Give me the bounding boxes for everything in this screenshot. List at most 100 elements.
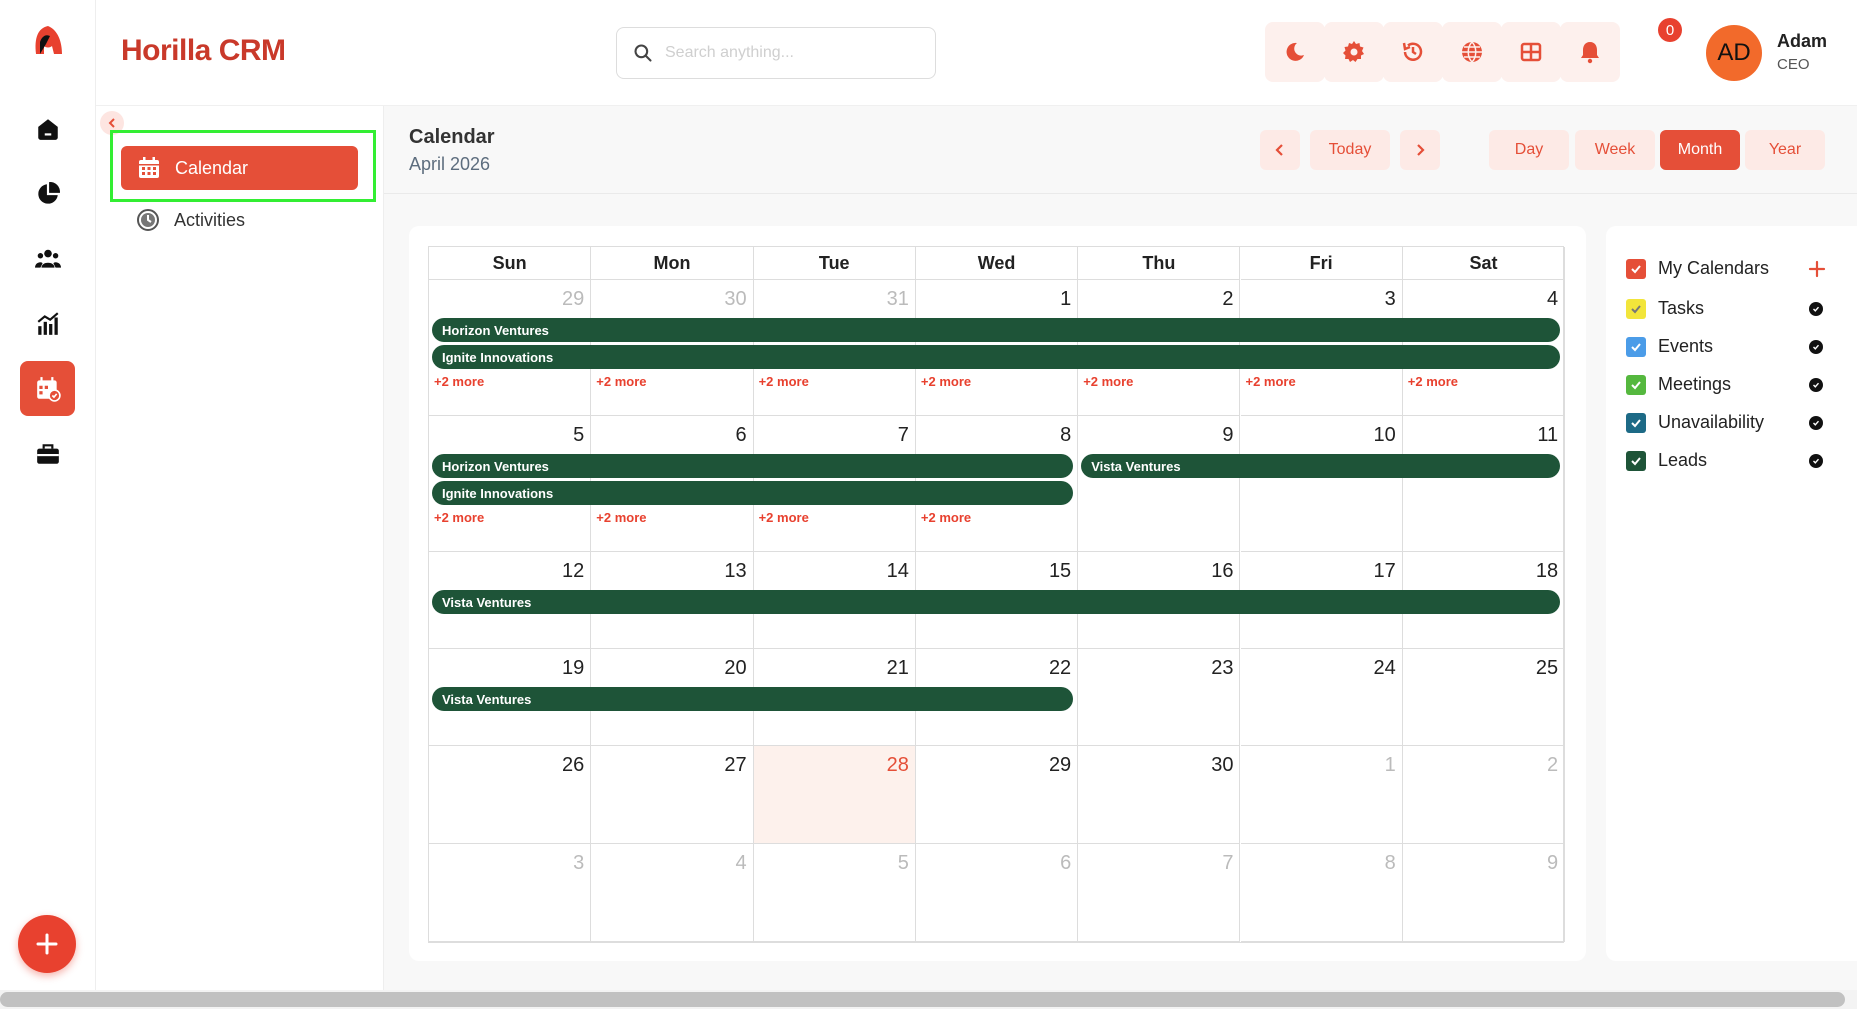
day-number[interactable]: 7: [1222, 852, 1233, 875]
day-number[interactable]: 11: [1537, 424, 1558, 447]
calendar-options-icon[interactable]: [1809, 454, 1823, 468]
checkbox-checked[interactable]: [1626, 258, 1646, 279]
day-cell[interactable]: 30: [1078, 746, 1241, 844]
day-number[interactable]: 8: [1385, 852, 1396, 875]
day-cell[interactable]: 3: [429, 844, 592, 942]
day-number[interactable]: 9: [1547, 852, 1558, 875]
more-events-link[interactable]: +2 more: [1246, 374, 1296, 389]
day-number[interactable]: 6: [1060, 852, 1071, 875]
settings-button[interactable]: [1324, 22, 1384, 82]
calendar-event[interactable]: Horizon Ventures: [432, 318, 1561, 342]
search-input[interactable]: [665, 44, 915, 62]
calendar-toggle-tasks[interactable]: Tasks: [1626, 298, 1704, 319]
next-month-button[interactable]: [1400, 130, 1440, 170]
day-cell[interactable]: 7: [1078, 844, 1241, 942]
today-button[interactable]: Today: [1310, 130, 1390, 170]
more-events-link[interactable]: +2 more: [921, 374, 971, 389]
day-number[interactable]: 9: [1222, 424, 1233, 447]
day-cell[interactable]: 8: [1240, 844, 1403, 942]
pie-chart-icon[interactable]: [20, 166, 75, 221]
user-name[interactable]: Adam: [1777, 31, 1827, 52]
day-number[interactable]: 5: [573, 424, 584, 447]
day-number[interactable]: 5: [898, 852, 909, 875]
more-events-link[interactable]: +2 more: [1408, 374, 1458, 389]
day-number[interactable]: 3: [1385, 288, 1396, 311]
day-number[interactable]: 26: [562, 754, 584, 777]
scrollbar-thumb[interactable]: [0, 992, 1845, 1007]
day-cell[interactable]: 9: [1078, 416, 1241, 552]
calendar-nav-icon[interactable]: [20, 361, 75, 416]
day-cell[interactable]: 11: [1402, 416, 1566, 552]
day-cell[interactable]: 2: [1402, 746, 1566, 844]
day-cell[interactable]: 1: [1240, 746, 1403, 844]
day-cell[interactable]: 28: [753, 746, 916, 844]
day-number[interactable]: 3: [573, 852, 584, 875]
day-cell[interactable]: 27: [591, 746, 754, 844]
view-year-button[interactable]: Year: [1745, 130, 1825, 170]
more-events-link[interactable]: +2 more: [434, 374, 484, 389]
day-number[interactable]: 27: [724, 754, 746, 777]
calendar-event[interactable]: Vista Ventures: [432, 590, 1561, 614]
checkbox-checked[interactable]: [1626, 412, 1646, 433]
day-cell[interactable]: 9: [1402, 844, 1566, 942]
prev-month-button[interactable]: [1260, 130, 1300, 170]
calendar-options-icon[interactable]: [1809, 302, 1823, 316]
day-number[interactable]: 21: [887, 657, 909, 680]
horilla-logo-icon[interactable]: [32, 24, 64, 58]
day-number[interactable]: 1: [1060, 288, 1071, 311]
calendar-event[interactable]: Ignite Innovations: [432, 345, 1561, 369]
day-number[interactable]: 4: [1547, 288, 1558, 311]
day-number[interactable]: 14: [887, 560, 909, 583]
day-cell[interactable]: 26: [429, 746, 592, 844]
day-cell[interactable]: 4: [591, 844, 754, 942]
day-number[interactable]: 29: [562, 288, 584, 311]
language-button[interactable]: [1442, 22, 1502, 82]
day-number[interactable]: 24: [1374, 657, 1396, 680]
calendar-options-icon[interactable]: [1809, 416, 1823, 430]
day-cell[interactable]: 29: [915, 746, 1079, 844]
view-month-button[interactable]: Month: [1660, 130, 1740, 170]
day-number[interactable]: 28: [887, 754, 909, 777]
bar-chart-icon[interactable]: [20, 296, 75, 351]
calendar-options-icon[interactable]: [1809, 340, 1823, 354]
day-number[interactable]: 8: [1060, 424, 1071, 447]
calendar-toggle-unavailability[interactable]: Unavailability: [1626, 412, 1764, 433]
checkbox-checked[interactable]: [1626, 450, 1646, 471]
calendar-toggle-events[interactable]: Events: [1626, 336, 1713, 357]
day-cell[interactable]: 5: [753, 844, 916, 942]
calendar-toggle-meetings[interactable]: Meetings: [1626, 374, 1731, 395]
day-number[interactable]: 19: [562, 657, 584, 680]
calendar-event[interactable]: Horizon Ventures: [432, 454, 1074, 478]
day-number[interactable]: 16: [1211, 560, 1233, 583]
sidebar-item-calendar[interactable]: Calendar: [121, 146, 358, 190]
more-events-link[interactable]: +2 more: [596, 510, 646, 525]
more-events-link[interactable]: +2 more: [759, 510, 809, 525]
day-number[interactable]: 2: [1222, 288, 1233, 311]
add-calendar-button[interactable]: [1808, 260, 1826, 283]
history-button[interactable]: [1383, 22, 1443, 82]
day-number[interactable]: 17: [1374, 560, 1396, 583]
day-number[interactable]: 23: [1211, 657, 1233, 680]
calendar-event[interactable]: Vista Ventures: [1081, 454, 1561, 478]
more-events-link[interactable]: +2 more: [1083, 374, 1133, 389]
more-events-link[interactable]: +2 more: [759, 374, 809, 389]
day-number[interactable]: 1: [1385, 754, 1396, 777]
calendar-event[interactable]: Vista Ventures: [432, 687, 1074, 711]
checkbox-checked[interactable]: [1626, 336, 1646, 357]
day-number[interactable]: 4: [735, 852, 746, 875]
day-number[interactable]: 2: [1547, 754, 1558, 777]
day-number[interactable]: 18: [1536, 560, 1558, 583]
checkbox-checked[interactable]: [1626, 298, 1646, 319]
view-day-button[interactable]: Day: [1489, 130, 1569, 170]
calendar-toggle-leads[interactable]: Leads: [1626, 450, 1707, 471]
notifications-button[interactable]: [1560, 22, 1620, 82]
day-number[interactable]: 29: [1049, 754, 1071, 777]
day-number[interactable]: 6: [735, 424, 746, 447]
day-number[interactable]: 15: [1049, 560, 1071, 583]
app-brand[interactable]: Horilla CRM: [121, 34, 286, 68]
day-cell[interactable]: 24: [1240, 649, 1403, 746]
day-cell[interactable]: 6: [915, 844, 1079, 942]
calendar-options-icon[interactable]: [1809, 378, 1823, 392]
avatar[interactable]: AD: [1706, 25, 1762, 81]
apps-button[interactable]: [1501, 22, 1561, 82]
